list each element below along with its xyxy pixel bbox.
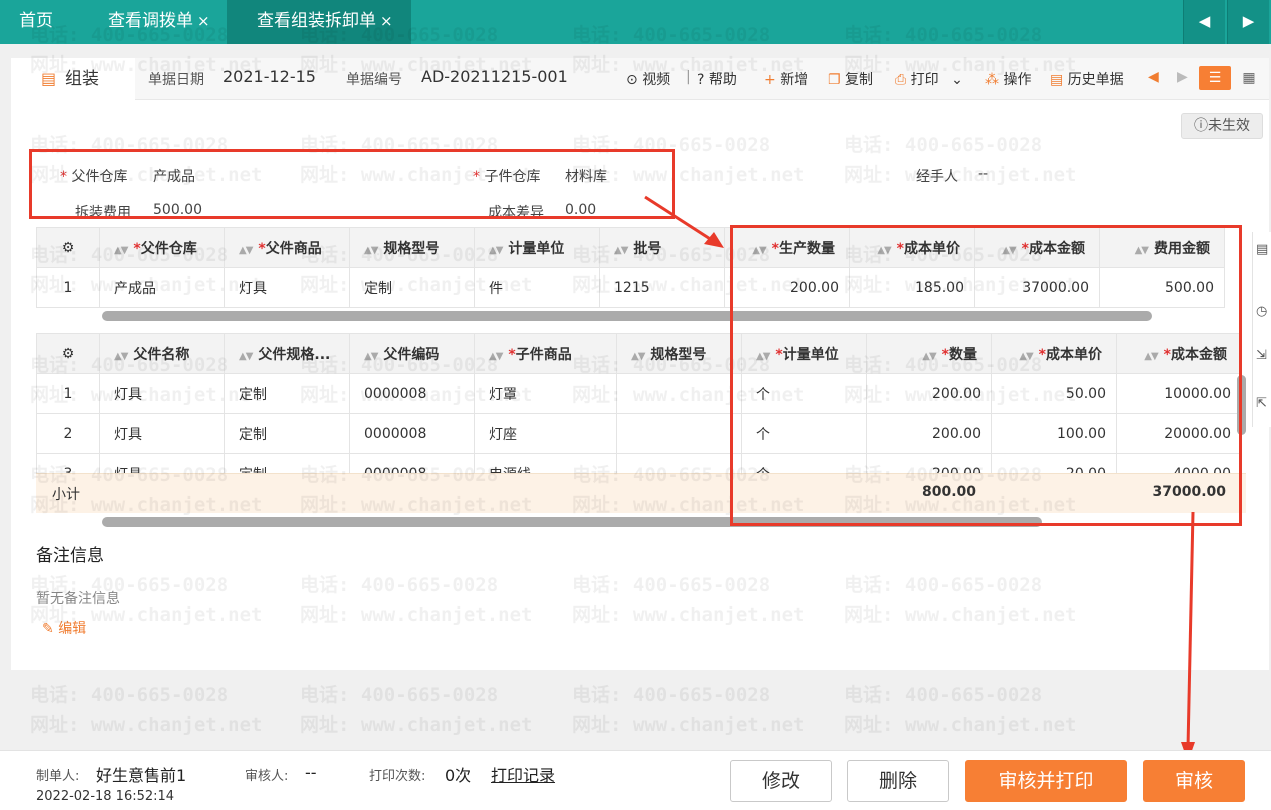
- print-record-link[interactable]: 打印记录: [491, 762, 555, 786]
- print-count-value: 0次: [445, 766, 472, 785]
- review-button[interactable]: 审核: [1143, 760, 1245, 802]
- reviewer-value: --: [305, 763, 317, 782]
- maker-label: 制单人:: [36, 769, 80, 784]
- annotation-arrow: [1186, 511, 1195, 749]
- review-print-button[interactable]: 审核并打印: [965, 760, 1127, 802]
- annotation-arrows: [644, 195, 1195, 762]
- timestamp: 2022-02-18 16:52:14: [36, 789, 175, 804]
- print-count-label: 打印次数:: [369, 769, 426, 784]
- maker-value: 好生意售前1: [96, 766, 187, 785]
- delete-button[interactable]: 删除: [847, 760, 949, 802]
- annotation-arrow: [644, 195, 719, 246]
- modify-button[interactable]: 修改: [730, 760, 832, 802]
- reviewer-label: 审核人:: [245, 769, 289, 784]
- arrow-head-icon: [704, 232, 724, 248]
